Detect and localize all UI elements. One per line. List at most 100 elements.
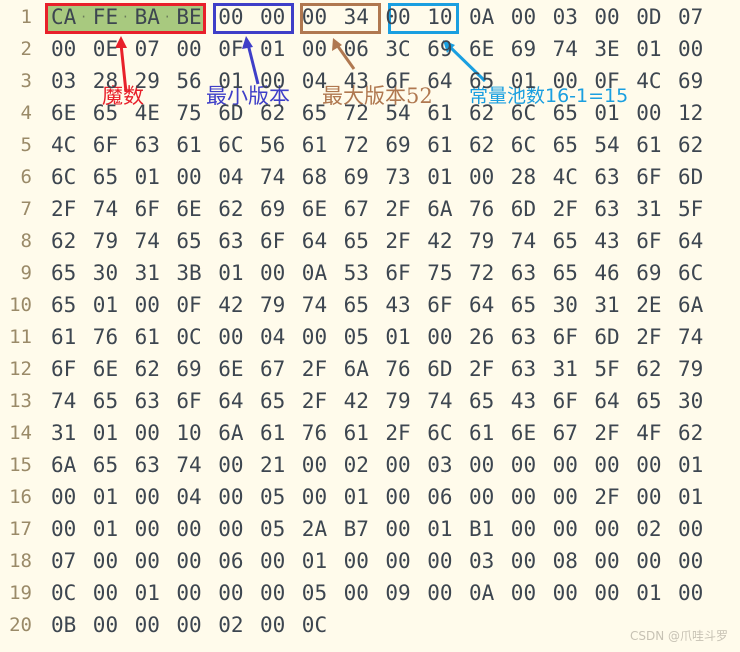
hex-byte[interactable]: 2F: [553, 193, 578, 225]
hex-byte[interactable]: 62: [469, 97, 494, 129]
hex-byte[interactable]: 69: [260, 193, 285, 225]
hex-byte[interactable]: 56: [176, 65, 201, 97]
hex-byte[interactable]: 6F: [135, 193, 160, 225]
hex-byte[interactable]: 54: [594, 129, 619, 161]
hex-byte[interactable]: 01: [427, 161, 452, 193]
hex-byte[interactable]: 63: [511, 353, 536, 385]
hex-byte[interactable]: 46: [594, 257, 619, 289]
hex-byte[interactable]: 6F: [176, 385, 201, 417]
hex-byte[interactable]: 03: [553, 1, 578, 33]
hex-byte[interactable]: 00: [427, 321, 452, 353]
hex-byte[interactable]: 72: [344, 129, 369, 161]
hex-byte[interactable]: 62: [135, 353, 160, 385]
hex-byte[interactable]: 43: [385, 289, 410, 321]
hex-byte[interactable]: 00: [51, 513, 76, 545]
hex-byte[interactable]: 6F: [51, 353, 76, 385]
hex-byte[interactable]: 00: [553, 449, 578, 481]
hex-byte[interactable]: 31: [135, 257, 160, 289]
hex-byte[interactable]: 31: [594, 289, 619, 321]
hex-byte[interactable]: 42: [344, 385, 369, 417]
hex-byte[interactable]: 64: [427, 65, 452, 97]
hex-byte[interactable]: 05: [302, 577, 327, 609]
hex-byte[interactable]: 04: [302, 65, 327, 97]
hex-byte[interactable]: 2F: [469, 353, 494, 385]
hex-byte[interactable]: 10: [427, 1, 452, 33]
hex-byte[interactable]: 62: [218, 193, 243, 225]
hex-byte[interactable]: 2F: [51, 193, 76, 225]
hex-byte[interactable]: 65: [176, 225, 201, 257]
hex-byte[interactable]: 79: [469, 225, 494, 257]
hex-byte[interactable]: 00: [427, 545, 452, 577]
hex-byte[interactable]: 64: [594, 385, 619, 417]
hex-byte[interactable]: 63: [135, 129, 160, 161]
hex-byte[interactable]: 00: [302, 449, 327, 481]
hex-byte[interactable]: 6E: [511, 417, 536, 449]
hex-byte[interactable]: 00: [135, 417, 160, 449]
hex-byte[interactable]: 3E: [594, 33, 619, 65]
hex-byte[interactable]: 6C: [51, 161, 76, 193]
hex-byte[interactable]: 69: [636, 257, 661, 289]
hex-byte[interactable]: 00: [594, 513, 619, 545]
hex-byte[interactable]: 00: [385, 1, 410, 33]
hex-byte[interactable]: 61: [427, 97, 452, 129]
hex-byte[interactable]: 00: [594, 545, 619, 577]
hex-byte[interactable]: 68: [302, 161, 327, 193]
hex-byte[interactable]: 65: [469, 385, 494, 417]
hex-byte[interactable]: 76: [385, 353, 410, 385]
hex-byte[interactable]: 65: [93, 97, 118, 129]
hex-byte[interactable]: 65: [553, 225, 578, 257]
hex-byte[interactable]: 00: [385, 449, 410, 481]
hex-byte[interactable]: 63: [594, 161, 619, 193]
hex-byte[interactable]: 61: [51, 321, 76, 353]
hex-byte[interactable]: 01: [260, 33, 285, 65]
hex-byte[interactable]: 65: [93, 385, 118, 417]
hex-byte[interactable]: 0A: [469, 1, 494, 33]
hex-byte[interactable]: 6A: [51, 449, 76, 481]
hex-byte[interactable]: 06: [344, 33, 369, 65]
hex-byte[interactable]: 6D: [218, 97, 243, 129]
hex-byte[interactable]: 29: [135, 65, 160, 97]
hex-byte[interactable]: 74: [93, 193, 118, 225]
hex-byte[interactable]: 00: [636, 481, 661, 513]
hex-byte[interactable]: 6F: [636, 161, 661, 193]
hex-byte[interactable]: 62: [678, 129, 703, 161]
hex-byte[interactable]: 00: [636, 97, 661, 129]
hex-byte[interactable]: 00: [218, 513, 243, 545]
hex-byte[interactable]: 00: [260, 609, 285, 641]
hex-byte[interactable]: 2E: [636, 289, 661, 321]
hex-byte[interactable]: 06: [427, 481, 452, 513]
hex-byte[interactable]: 00: [51, 33, 76, 65]
hex-byte[interactable]: 01: [636, 577, 661, 609]
hex-byte[interactable]: 6C: [511, 129, 536, 161]
hex-byte[interactable]: 79: [385, 385, 410, 417]
hex-byte[interactable]: 00: [93, 577, 118, 609]
hex-byte[interactable]: 00: [344, 577, 369, 609]
hex-byte[interactable]: 43: [594, 225, 619, 257]
hex-byte[interactable]: 74: [678, 321, 703, 353]
hex-byte[interactable]: 07: [135, 33, 160, 65]
hex-byte[interactable]: 63: [594, 193, 619, 225]
hex-byte[interactable]: 6F: [385, 257, 410, 289]
hex-byte[interactable]: 79: [260, 289, 285, 321]
hex-byte[interactable]: 01: [93, 289, 118, 321]
hex-byte[interactable]: 28: [93, 65, 118, 97]
hex-byte[interactable]: 65: [553, 129, 578, 161]
hex-byte[interactable]: 01: [678, 481, 703, 513]
hex-byte[interactable]: 00: [594, 449, 619, 481]
hex-byte[interactable]: 00: [427, 577, 452, 609]
hex-byte[interactable]: 30: [678, 385, 703, 417]
hex-byte[interactable]: 6F: [385, 65, 410, 97]
hex-byte[interactable]: 0F: [176, 289, 201, 321]
hex-byte[interactable]: 04: [218, 161, 243, 193]
hex-byte[interactable]: 6D: [427, 353, 452, 385]
hex-byte[interactable]: 12: [678, 97, 703, 129]
hex-byte[interactable]: 75: [427, 257, 452, 289]
hex-byte[interactable]: 00: [218, 449, 243, 481]
hex-byte[interactable]: 65: [51, 257, 76, 289]
hex-byte[interactable]: 2F: [636, 321, 661, 353]
hex-byte[interactable]: 00: [260, 577, 285, 609]
hex-byte[interactable]: 63: [135, 385, 160, 417]
hex-byte[interactable]: 64: [218, 385, 243, 417]
hex-byte[interactable]: 00: [511, 449, 536, 481]
hex-byte[interactable]: 65: [302, 97, 327, 129]
